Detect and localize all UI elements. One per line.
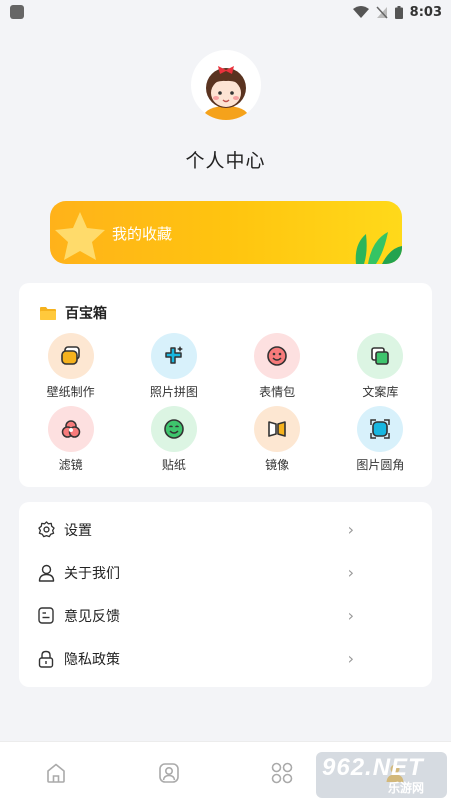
toolbox-card: 百宝箱 壁纸制作 照片拼图 表情包 文案库 滤镜 贴纸 镜像 图片圆角: [19, 283, 432, 487]
apps-icon: [271, 762, 293, 783]
star-icon: [55, 212, 105, 260]
my-favorites-banner[interactable]: 我的收藏: [50, 201, 402, 264]
tool-copy-library[interactable]: 文案库: [329, 333, 432, 399]
tool-label: 滤镜: [58, 458, 83, 472]
status-time: 8:03: [409, 4, 442, 20]
chevron-right-icon: ›: [347, 563, 354, 582]
tool-mirror[interactable]: 镜像: [226, 406, 329, 472]
feedback-icon: [38, 607, 54, 624]
leaves-icon: [355, 232, 402, 264]
about-us-label: 关于我们: [64, 565, 120, 582]
tool-filter[interactable]: 滤镜: [19, 406, 122, 472]
filter-icon: [61, 420, 80, 438]
tool-sticker[interactable]: 贴纸: [122, 406, 225, 472]
tool-label: 贴纸: [161, 458, 186, 472]
page-title: 个人中心: [185, 150, 266, 172]
privacy-policy-label: 隐私政策: [64, 651, 120, 668]
nav-portrait[interactable]: [113, 742, 226, 803]
about-us-item[interactable]: 关于我们 ›: [19, 551, 432, 594]
tool-round-corner[interactable]: 图片圆角: [329, 406, 432, 472]
home-icon: [47, 763, 66, 783]
settings-label: 设置: [64, 522, 92, 539]
tool-label: 文案库: [362, 385, 399, 399]
status-bar: 8:03: [0, 0, 451, 24]
feedback-label: 意见反馈: [64, 608, 120, 625]
battery-icon: [394, 5, 403, 19]
feedback-item[interactable]: 意见反馈 ›: [19, 594, 432, 637]
tool-grid: 壁纸制作 照片拼图 表情包 文案库 滤镜 贴纸 镜像 图片圆角: [19, 333, 432, 472]
notification-icon: [10, 5, 24, 19]
chevron-right-icon: ›: [347, 606, 354, 625]
tool-emoji[interactable]: 表情包: [226, 333, 329, 399]
smiley-icon: [267, 346, 287, 366]
tool-wallpaper[interactable]: 壁纸制作: [19, 333, 122, 399]
folder-icon: [40, 306, 56, 320]
my-favorites-label: 我的收藏: [112, 225, 173, 243]
watermark-logo: 962.NET 乐游网: [316, 752, 447, 798]
settings-item[interactable]: 设置 ›: [19, 508, 432, 551]
avatar[interactable]: [191, 50, 261, 120]
sticker-icon: [164, 419, 184, 439]
tool-label: 照片拼图: [149, 385, 198, 399]
wifi-icon: [352, 5, 369, 18]
watermark-text: 962.NET: [322, 754, 424, 781]
privacy-policy-item[interactable]: 隐私政策 ›: [19, 637, 432, 680]
tool-label: 表情包: [259, 385, 296, 399]
round-corner-icon: [370, 419, 391, 439]
tool-label: 镜像: [265, 458, 290, 472]
copy-library-icon: [371, 347, 390, 365]
user-icon: [38, 564, 54, 582]
settings-card: 设置 › 关于我们 › 意见反馈 › 隐私政策 ›: [19, 502, 432, 687]
mirror-icon: [268, 421, 286, 437]
tool-label: 壁纸制作: [46, 385, 95, 399]
status-icons: 8:03: [352, 4, 442, 20]
nav-home[interactable]: [0, 742, 113, 803]
tool-photo-puzzle[interactable]: 照片拼图: [122, 333, 225, 399]
portrait-icon: [159, 762, 179, 783]
lock-icon: [38, 650, 54, 668]
puzzle-icon: [165, 346, 183, 364]
gear-icon: [37, 521, 55, 538]
toolbox-header: 百宝箱: [39, 303, 107, 323]
chevron-right-icon: ›: [347, 649, 354, 668]
tool-label: 图片圆角: [356, 458, 405, 472]
watermark-subtext: 乐游网: [388, 781, 425, 795]
toolbox-title: 百宝箱: [65, 306, 107, 322]
no-signal-icon: [376, 5, 388, 19]
wallpaper-icon: [60, 346, 80, 365]
chevron-right-icon: ›: [347, 520, 354, 539]
